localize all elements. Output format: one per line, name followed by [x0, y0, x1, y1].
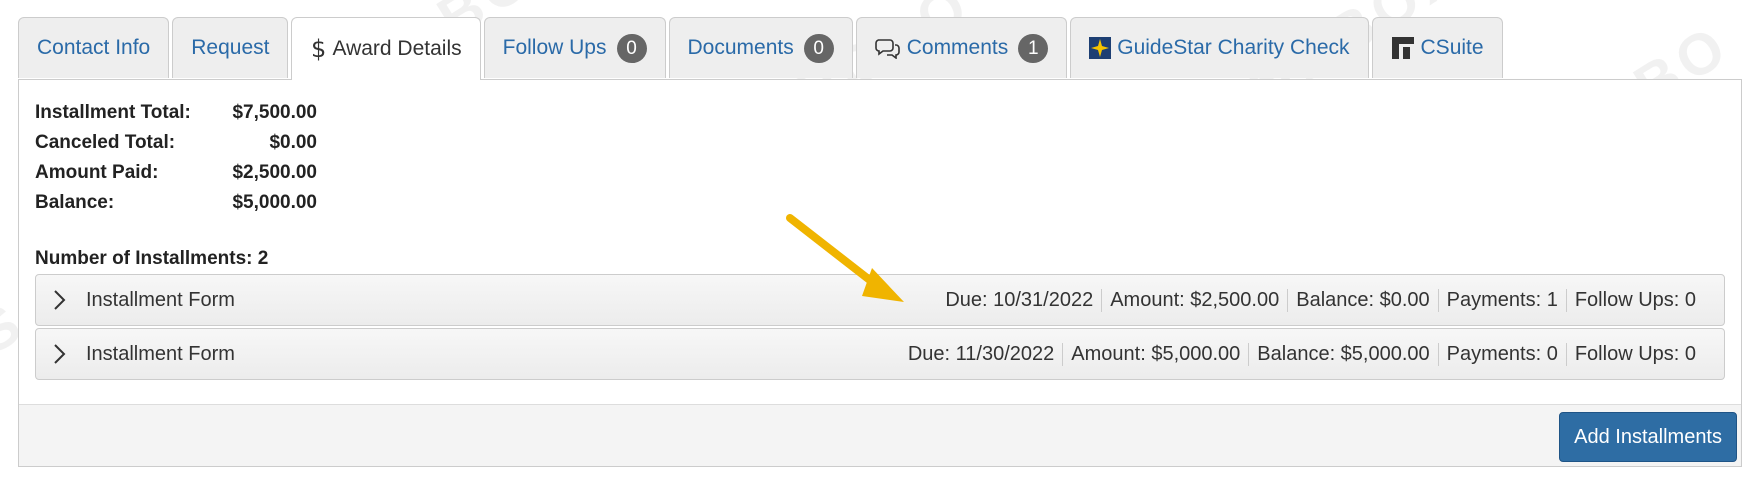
tab-label: GuideStar Charity Check	[1117, 36, 1350, 59]
tab-comments[interactable]: Comments 1	[855, 17, 1068, 78]
count-badge: 0	[803, 33, 834, 63]
tab-documents[interactable]: Documents 0	[668, 17, 853, 78]
tab-award-details[interactable]: $ Award Details	[291, 17, 481, 80]
totals-label: Canceled Total:	[35, 132, 176, 153]
csuite-icon	[1391, 36, 1415, 60]
chevron-right-icon[interactable]	[52, 343, 74, 365]
add-installments-button[interactable]: Add Installments	[1559, 412, 1737, 462]
totals-summary: Installment Total: $7,500.00 Canceled To…	[35, 98, 317, 218]
tab-follow-ups[interactable]: Follow Ups 0	[483, 17, 666, 78]
guidestar-icon	[1089, 37, 1112, 59]
tab-request[interactable]: Request	[172, 17, 289, 78]
tab-label: CSuite	[1420, 36, 1484, 59]
dollar-icon: $	[310, 36, 326, 62]
tab-csuite[interactable]: CSuite	[1371, 17, 1503, 78]
count-badge: 1	[1018, 33, 1049, 63]
installment-amount: Amount: $2,500.00	[1101, 288, 1287, 312]
tab-label: Request	[191, 36, 270, 59]
chevron-right-icon[interactable]	[52, 289, 74, 311]
number-of-installments: Number of Installments: 2	[35, 248, 269, 269]
installment-due: Due: 11/30/2022	[907, 342, 1055, 365]
installment-meta: Due: 10/31/2022 Amount: $2,500.00 Balanc…	[937, 288, 1724, 312]
tab-label: Comments	[906, 36, 1009, 59]
tab-contact-info[interactable]: Contact Info	[18, 17, 170, 78]
installment-total-row: Installment Total: $7,500.00	[35, 98, 317, 128]
totals-value: $7,500.00	[232, 102, 317, 123]
installment-balance: Balance: $0.00	[1287, 288, 1437, 312]
installment-row[interactable]: Installment Form Due: 11/30/2022 Amount:…	[35, 328, 1725, 380]
tab-label: Award Details	[332, 37, 462, 60]
installment-due: Due: 10/31/2022	[945, 288, 1094, 311]
count-badge: 0	[616, 33, 647, 63]
tab-label: Documents	[687, 36, 794, 59]
balance-row: Balance: $5,000.00	[35, 188, 317, 218]
canceled-total-row: Canceled Total: $0.00	[35, 128, 317, 158]
totals-value: $2,500.00	[232, 162, 317, 183]
tab-label: Follow Ups	[502, 36, 607, 59]
totals-label: Balance:	[35, 192, 115, 213]
award-details-panel: Installment Total: $7,500.00 Canceled To…	[18, 79, 1742, 467]
installment-balance: Balance: $5,000.00	[1248, 342, 1437, 366]
amount-paid-row: Amount Paid: $2,500.00	[35, 158, 317, 188]
installment-title: Installment Form	[86, 288, 235, 311]
installment-payments: Payments: 0	[1437, 342, 1566, 366]
installment-row[interactable]: Installment Form Due: 10/31/2022 Amount:…	[35, 274, 1725, 326]
totals-value: $5,000.00	[232, 192, 317, 213]
totals-value: $0.00	[269, 132, 317, 153]
svg-text:$: $	[311, 36, 326, 62]
tab-label: Contact Info	[37, 36, 151, 59]
totals-label: Amount Paid:	[35, 162, 159, 183]
comments-icon	[874, 37, 901, 59]
installment-payments: Payments: 1	[1437, 288, 1566, 312]
totals-label: Installment Total:	[35, 102, 191, 123]
installment-meta: Due: 11/30/2022 Amount: $5,000.00 Balanc…	[900, 342, 1724, 366]
installment-title: Installment Form	[86, 342, 235, 365]
installment-follow-ups: Follow Ups: 0	[1565, 288, 1704, 312]
installment-follow-ups: Follow Ups: 0	[1565, 342, 1704, 366]
tab-bar: Contact Info Request $ Award Details Fol…	[18, 17, 1506, 80]
tab-guidestar[interactable]: GuideStar Charity Check	[1070, 17, 1369, 78]
installment-amount: Amount: $5,000.00	[1062, 342, 1248, 366]
panel-footer: Add Installments	[19, 404, 1741, 466]
